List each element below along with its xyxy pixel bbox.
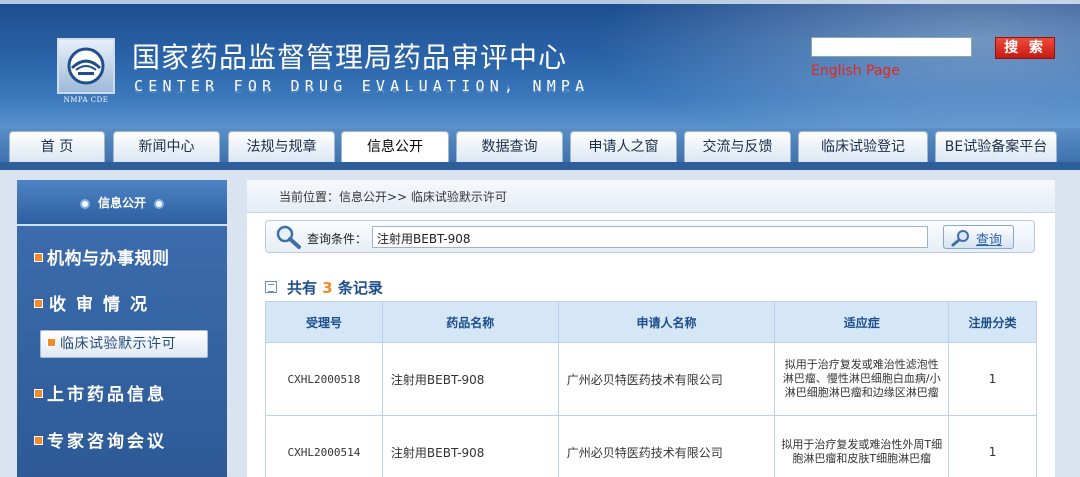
nav-be-platform[interactable]: BE试验备案平台: [935, 131, 1057, 162]
col-header-accept-no: 受理号: [265, 301, 383, 343]
search-icon: [951, 230, 969, 247]
square-bullet-icon: [34, 252, 43, 262]
nav-bottom-strip: [0, 162, 1080, 170]
site-search-button[interactable]: 搜 索: [995, 37, 1055, 59]
square-bullet-icon: [34, 435, 43, 445]
logo-caption: NMPA CDE: [63, 96, 109, 104]
nav-home[interactable]: 首 页: [9, 131, 105, 162]
cell-drug-name: 注射用BEBT-908: [381, 342, 559, 416]
cell-category: 1: [948, 415, 1037, 477]
cell-applicant: 广州必贝特医药技术有限公司: [557, 415, 776, 477]
square-bullet-icon: [47, 337, 56, 347]
site-header: NMPA CDE 国家药品监督管理局药品审评中心 CENTER FOR DRUG…: [0, 0, 1080, 128]
query-button[interactable]: 查询: [943, 225, 1014, 249]
sidebar-item-clinical-trial-permission[interactable]: 临床试验默示许可: [40, 330, 208, 358]
sidebar-header-label: 信息公开: [97, 196, 146, 210]
cell-accept-no: CXHL2000518: [265, 342, 383, 416]
bullet-circle-icon: [79, 198, 90, 209]
query-input[interactable]: 注射用BEBT-908: [372, 226, 928, 248]
nav-news[interactable]: 新闻中心: [113, 131, 220, 162]
main-nav: 首 页 新闻中心 法规与规章 信息公开 数据查询 申请人之窗 交流与反馈 临床试…: [0, 128, 1080, 162]
query-label: 查询条件：: [307, 232, 368, 246]
record-count-prefix: 共有: [287, 279, 318, 297]
sidebar-item-label: 收审情况: [49, 295, 157, 315]
record-count-number: 3: [322, 279, 333, 297]
bullet-circle-icon: [154, 198, 164, 209]
list-icon: [265, 280, 277, 293]
breadcrumb: 当前位置：信息公开>> 临床试验默示许可: [247, 180, 1055, 213]
english-page-link[interactable]: English Page: [811, 63, 900, 79]
sidebar-item-label: 专家咨询会议: [47, 432, 167, 452]
main-content: 当前位置：信息公开>> 临床试验默示许可 查询条件： 注射用BEBT-908 查…: [247, 180, 1055, 477]
nav-applicant-window[interactable]: 申请人之窗: [570, 131, 677, 162]
cell-indication: 拟用于治疗复发或难治性外周T细胞淋巴瘤和皮肤T细胞淋巴瘤: [774, 415, 950, 477]
table-header-row: 受理号 药品名称 申请人名称 适应症 注册分类: [265, 301, 1037, 343]
cell-accept-no: CXHL2000514: [265, 415, 383, 477]
table-row[interactable]: CXHL2000518 注射用BEBT-908 广州必贝特医药技术有限公司 拟用…: [265, 342, 1037, 416]
results-table: 受理号 药品名称 申请人名称 适应症 注册分类 CXHL2000518 注射用B…: [265, 301, 1037, 477]
sidebar-item-label: 临床试验默示许可: [60, 336, 176, 352]
sidebar-item-label: 机构与办事规则: [47, 249, 170, 269]
table-row[interactable]: CXHL2000514 注射用BEBT-908 广州必贝特医药技术有限公司 拟用…: [265, 415, 1037, 477]
cell-drug-name: 注射用BEBT-908: [381, 415, 559, 477]
col-header-category: 注册分类: [948, 301, 1037, 343]
col-header-indication: 适应症: [774, 301, 950, 343]
cell-applicant: 广州必贝特医药技术有限公司: [557, 342, 776, 416]
record-count-suffix: 条记录: [337, 279, 383, 297]
sidebar-item-expert-meeting[interactable]: 专家咨询会议: [34, 427, 167, 452]
logo-emblem: [57, 38, 115, 94]
nav-regulations[interactable]: 法规与规章: [228, 131, 335, 162]
square-bullet-icon: [34, 298, 43, 308]
nav-info-disclosure[interactable]: 信息公开: [341, 131, 449, 162]
cell-indication: 拟用于治疗复发或难治性滤泡性淋巴瘤、慢性淋巴细胞白血病/小淋巴细胞淋巴瘤和边缘区…: [774, 342, 950, 416]
sidebar-header: 信息公开: [17, 180, 227, 226]
sidebar-item-institutions[interactable]: 机构与办事规则: [34, 244, 170, 269]
sidebar-item-marketed-drugs[interactable]: 上市药品信息: [34, 380, 167, 405]
site-title-en-reflection: CENTER FOR DRUG EVALUATION, NMPA: [134, 84, 590, 94]
record-count: 共有 3 条记录: [265, 277, 383, 298]
sidebar-item-acceptance[interactable]: 收审情况: [34, 290, 157, 315]
query-bar: 查询条件： 注射用BEBT-908 查询: [265, 220, 1035, 253]
nav-data-query[interactable]: 数据查询: [456, 131, 563, 162]
site-search-input[interactable]: [811, 37, 972, 57]
sidebar-item-label: 上市药品信息: [47, 385, 167, 405]
site-title-cn: 国家药品监督管理局药品审评中心: [132, 41, 568, 74]
magnifier-icon: [276, 225, 301, 249]
col-header-drug-name: 药品名称: [381, 301, 559, 343]
nav-clinical-registration[interactable]: 临床试验登记: [798, 131, 928, 162]
logo-icon: [67, 47, 105, 85]
nav-feedback[interactable]: 交流与反馈: [684, 131, 791, 162]
query-button-label: 查询: [976, 233, 1003, 248]
cell-category: 1: [948, 342, 1037, 416]
col-header-applicant: 申请人名称: [557, 301, 776, 343]
site-logo[interactable]: NMPA CDE: [57, 38, 115, 104]
square-bullet-icon: [34, 388, 43, 398]
